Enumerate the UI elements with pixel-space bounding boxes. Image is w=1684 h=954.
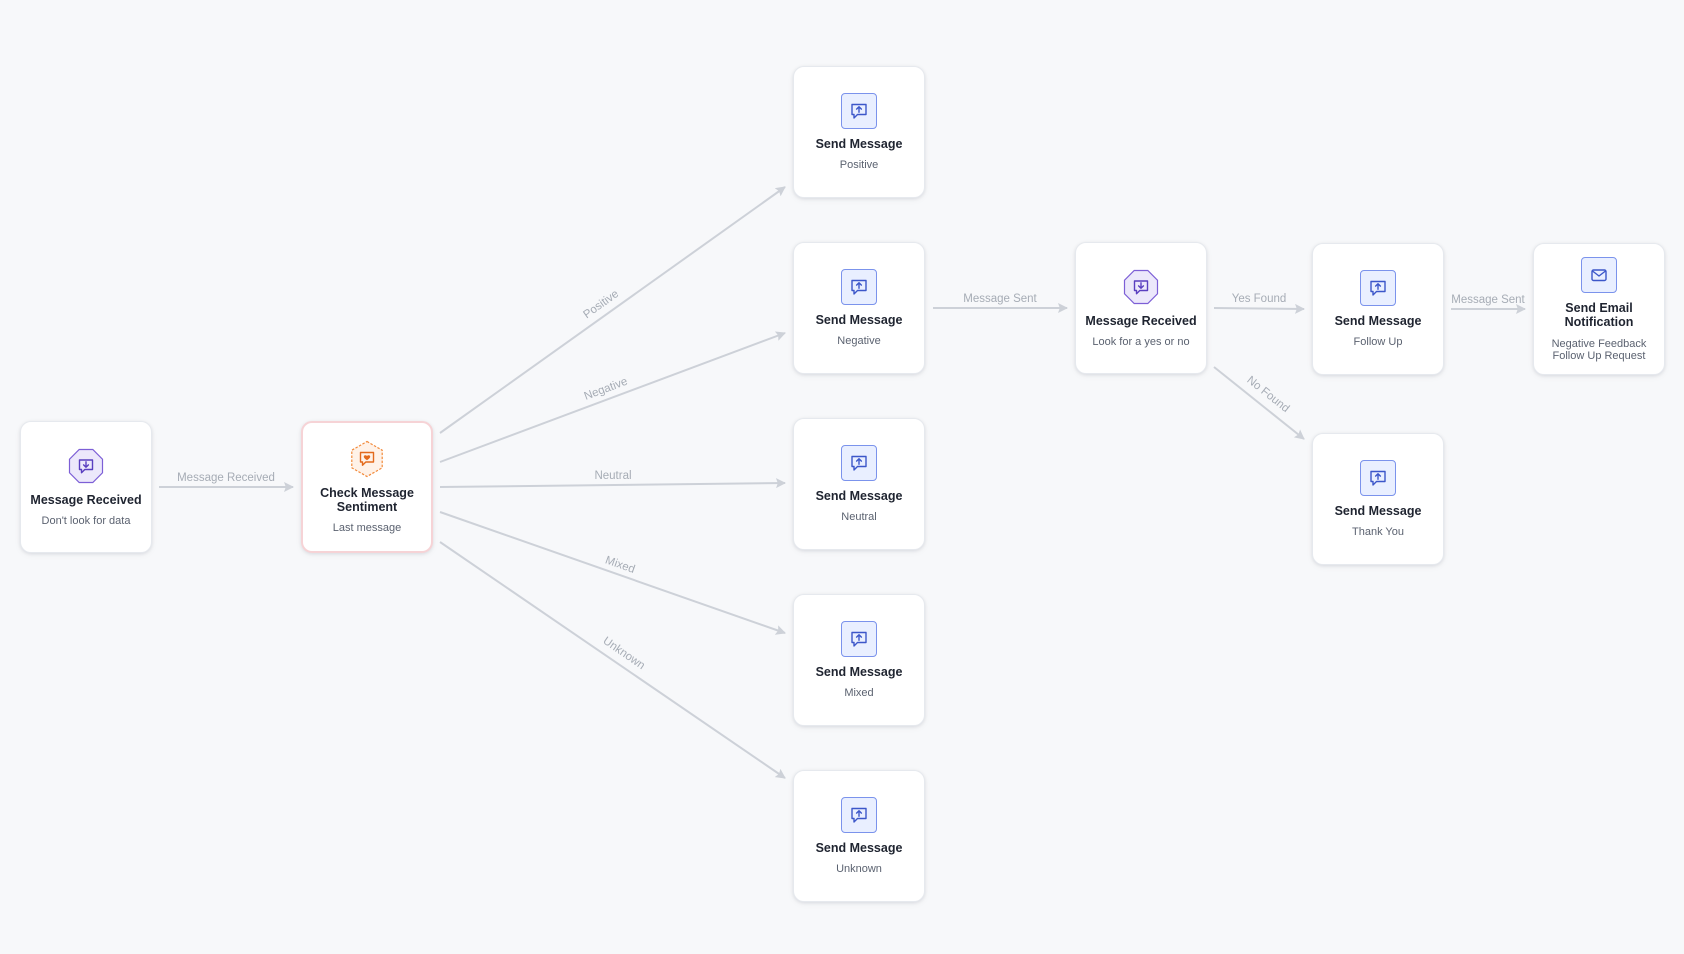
node-send-message-thank-you[interactable]: Send Message Thank You bbox=[1312, 433, 1444, 565]
node-title: Check Message Sentiment bbox=[320, 486, 414, 514]
node-title: Send Message bbox=[815, 841, 903, 855]
node-title: Send Message bbox=[1334, 504, 1422, 518]
node-send-message-unknown[interactable]: Send Message Unknown bbox=[793, 770, 925, 902]
edge-message-sent-follow-up[interactable]: Message Sent bbox=[1451, 294, 1526, 314]
send-message-icon bbox=[1360, 460, 1396, 496]
send-message-icon bbox=[841, 269, 877, 305]
node-title: Message Received bbox=[30, 493, 142, 507]
node-send-message-positive[interactable]: Send Message Positive bbox=[793, 66, 925, 198]
node-send-message-neutral[interactable]: Send Message Neutral bbox=[793, 418, 925, 550]
node-subtitle: Follow Up bbox=[1353, 336, 1403, 348]
node-title: Send Message bbox=[815, 489, 903, 503]
node-title: Send Message bbox=[815, 137, 903, 151]
node-subtitle: Positive bbox=[839, 159, 879, 171]
node-subtitle: Look for a yes or no bbox=[1092, 336, 1190, 348]
node-title: Message Received bbox=[1085, 314, 1197, 328]
node-subtitle: Unknown bbox=[836, 863, 882, 875]
node-subtitle: Thank You bbox=[1352, 526, 1404, 538]
message-received-icon bbox=[67, 447, 105, 485]
send-message-icon bbox=[1360, 270, 1396, 306]
edge-label-message-sent-follow-up: Message Sent bbox=[1451, 294, 1525, 306]
email-icon bbox=[1581, 256, 1617, 293]
edge-no-found[interactable]: No Found bbox=[1213, 366, 1305, 440]
node-check-message-sentiment[interactable]: Check Message Sentiment Last message bbox=[301, 421, 433, 553]
edge-unknown[interactable]: Unknown bbox=[439, 541, 786, 779]
edge-neutral[interactable]: Neutral bbox=[439, 470, 786, 489]
edge-label-negative: Negative bbox=[583, 376, 630, 403]
edge-label-neutral: Neutral bbox=[594, 470, 631, 482]
edge-label-message-sent-negative: Message Sent bbox=[963, 293, 1037, 305]
node-subtitle: Negative Feedback Follow Up Request bbox=[1551, 337, 1647, 362]
edge-label-message-received: Message Received bbox=[177, 472, 275, 484]
send-message-icon bbox=[841, 621, 877, 657]
node-subtitle: Don't look for data bbox=[41, 515, 131, 527]
node-send-message-negative[interactable]: Send Message Negative bbox=[793, 242, 925, 374]
sentiment-icon bbox=[348, 440, 386, 478]
edge-message-sent-negative[interactable]: Message Sent bbox=[933, 293, 1068, 313]
node-subtitle: Negative bbox=[837, 335, 881, 347]
edge-yes-found[interactable]: Yes Found bbox=[1213, 293, 1305, 314]
node-message-received-yes-no[interactable]: Message Received Look for a yes or no bbox=[1075, 242, 1207, 374]
node-send-email-notification[interactable]: Send Email Notification Negative Feedbac… bbox=[1533, 243, 1665, 375]
send-message-icon bbox=[841, 93, 877, 129]
send-message-icon bbox=[841, 445, 877, 481]
node-message-received-initial[interactable]: Message Received Don't look for data bbox=[20, 421, 152, 553]
node-subtitle: Neutral bbox=[841, 511, 877, 523]
edge-mixed[interactable]: Mixed bbox=[439, 511, 786, 635]
message-received-icon bbox=[1122, 268, 1160, 306]
edge-label-yes-found: Yes Found bbox=[1232, 293, 1287, 305]
edge-negative[interactable]: Negative bbox=[439, 331, 786, 463]
send-message-icon bbox=[841, 797, 877, 833]
node-title: Send Message bbox=[1334, 314, 1422, 328]
node-send-message-mixed[interactable]: Send Message Mixed bbox=[793, 594, 925, 726]
edge-message-received[interactable]: Message Received bbox=[159, 472, 294, 492]
node-title: Send Message bbox=[815, 313, 903, 327]
edge-positive[interactable]: Positive bbox=[439, 186, 786, 434]
node-title: Send Email Notification bbox=[1564, 300, 1634, 329]
node-subtitle: Last message bbox=[332, 522, 402, 534]
node-title: Send Message bbox=[815, 665, 903, 679]
edge-label-positive: Positive bbox=[581, 288, 621, 321]
node-subtitle: Mixed bbox=[844, 687, 874, 699]
node-send-message-follow-up[interactable]: Send Message Follow Up bbox=[1312, 243, 1444, 375]
edge-label-mixed: Mixed bbox=[604, 554, 637, 576]
